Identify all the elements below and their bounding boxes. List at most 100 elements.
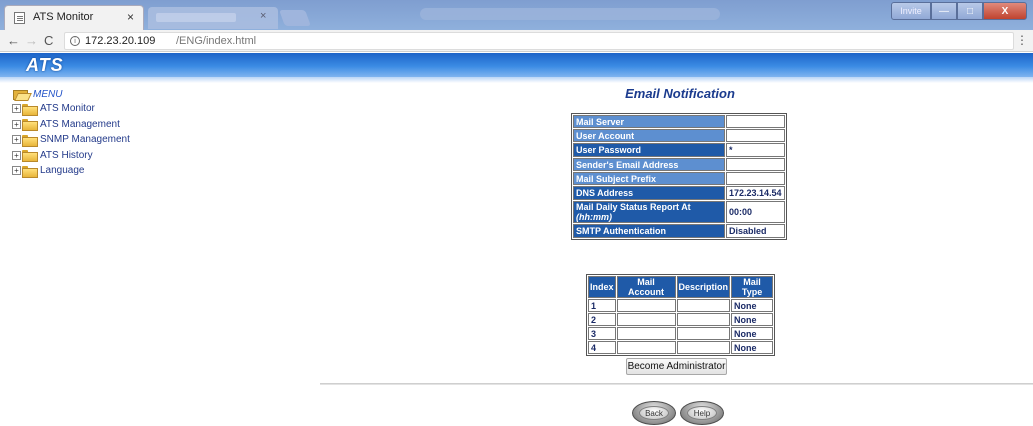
expand-icon[interactable]: + xyxy=(12,166,21,176)
settings-label: SMTP Authentication xyxy=(573,224,725,238)
sidebar-item-label[interactable]: SNMP Management xyxy=(40,134,130,145)
smtp-auth-value: Disabled xyxy=(726,224,785,238)
column-header: Mail Type xyxy=(731,276,774,298)
table-cell xyxy=(616,313,676,326)
table-row: 4 None xyxy=(588,341,774,354)
expand-icon[interactable]: + xyxy=(12,135,21,145)
expand-icon[interactable]: + xyxy=(12,104,21,114)
ats-logo: ATS xyxy=(26,55,64,75)
settings-row: Mail Daily Status Report At (hh:mm) 00:0… xyxy=(573,201,785,223)
back-arrow-icon[interactable]: ← xyxy=(7,33,20,48)
subject-prefix-value xyxy=(726,172,785,185)
window-controls: Invite — □ X xyxy=(891,2,1027,20)
sidebar-item-snmp-management[interactable]: + SNMP Management xyxy=(12,132,130,148)
become-administrator-button[interactable]: Become Administrator xyxy=(626,358,727,375)
table-header-row: Index Mail Account Description Mail Type xyxy=(588,276,774,298)
settings-label: Mail Subject Prefix xyxy=(573,172,725,185)
folder-icon xyxy=(22,103,38,116)
sidebar-item-label[interactable]: Language xyxy=(40,165,85,176)
table-cell: 3 xyxy=(588,327,616,340)
banner-fade xyxy=(0,77,1033,83)
table-cell: None xyxy=(731,341,774,354)
page-icon xyxy=(14,12,25,24)
close-icon[interactable]: X xyxy=(983,2,1027,20)
sidebar-item-ats-history[interactable]: + ATS History xyxy=(12,148,130,164)
forward-arrow-icon[interactable]: → xyxy=(25,33,38,48)
table-row: 1 None xyxy=(588,299,774,312)
folder-icon xyxy=(22,134,38,147)
settings-label: Sender's Email Address xyxy=(573,158,725,171)
maximize-icon[interactable]: □ xyxy=(957,2,983,20)
sidebar-item-label[interactable]: ATS Management xyxy=(40,119,120,130)
blurred-window-title xyxy=(420,8,720,20)
help-button-label: Help xyxy=(687,406,717,420)
minimize-icon[interactable]: — xyxy=(931,2,957,20)
expand-icon[interactable]: + xyxy=(12,119,21,129)
table-cell xyxy=(676,341,731,354)
help-button[interactable]: Help xyxy=(680,401,724,425)
column-header: Description xyxy=(676,276,731,298)
settings-row: SMTP Authentication Disabled xyxy=(573,224,785,238)
user-password-value: * xyxy=(726,143,785,157)
browser-tab-active[interactable]: ATS Monitor × xyxy=(4,5,144,30)
settings-row: DNS Address 172.23.14.54 xyxy=(573,186,785,200)
settings-label: DNS Address xyxy=(573,186,725,200)
table-cell: 2 xyxy=(588,313,616,326)
settings-row: Mail Server xyxy=(573,115,785,128)
table-cell xyxy=(616,327,676,340)
dns-address-value: 172.23.14.54 xyxy=(726,186,785,200)
settings-label-format: (hh:mm) xyxy=(576,212,612,222)
back-button[interactable]: Back xyxy=(632,401,676,425)
column-header: Index xyxy=(588,276,616,298)
settings-row: Mail Subject Prefix xyxy=(573,172,785,185)
url-host: 172.23.20.109 xyxy=(85,35,156,47)
menu-header[interactable]: MENU xyxy=(12,87,130,101)
new-tab-button[interactable] xyxy=(279,10,311,26)
sidebar-menu: MENU + ATS Monitor + ATS Management + SN… xyxy=(12,87,130,179)
invite-button[interactable]: Invite xyxy=(891,2,931,20)
table-row: 2 None xyxy=(588,313,774,326)
email-settings-table: Mail Server User Account User Password *… xyxy=(571,113,787,240)
page-title: Email Notification xyxy=(625,86,735,101)
browser-title-bar: ATS Monitor × × Invite — □ X xyxy=(0,0,1033,30)
table-cell xyxy=(676,327,731,340)
table-cell: 4 xyxy=(588,341,616,354)
settings-label-text: Mail Daily Status Report At xyxy=(576,202,691,212)
table-cell xyxy=(616,299,676,312)
table-cell: 1 xyxy=(588,299,616,312)
browser-toolbar: ← → C i 172.23.20.109 /ENG/index.html ⋮ xyxy=(0,30,1033,52)
sidebar-item-ats-management[interactable]: + ATS Management xyxy=(12,117,130,133)
settings-row: User Password * xyxy=(573,143,785,157)
tab-close-icon[interactable]: × xyxy=(260,10,266,22)
settings-label: Mail Server xyxy=(573,115,725,128)
tab-close-icon[interactable]: × xyxy=(127,10,134,24)
browser-menu-icon[interactable]: ⋮ xyxy=(1016,33,1028,47)
sidebar-item-ats-monitor[interactable]: + ATS Monitor xyxy=(12,101,130,117)
settings-row: User Account xyxy=(573,129,785,142)
menu-title: MENU xyxy=(33,88,63,100)
user-account-value xyxy=(726,129,785,142)
ats-banner: ATS xyxy=(0,53,1033,77)
sidebar-item-language[interactable]: + Language xyxy=(12,163,130,179)
info-icon[interactable]: i xyxy=(70,36,80,46)
folder-icon xyxy=(22,150,38,163)
settings-row: Sender's Email Address xyxy=(573,158,785,171)
table-cell: None xyxy=(731,299,774,312)
mail-server-value xyxy=(726,115,785,128)
settings-label: User Account xyxy=(573,129,725,142)
folder-icon xyxy=(22,165,38,178)
table-cell xyxy=(676,313,731,326)
address-bar[interactable]: i 172.23.20.109 /ENG/index.html xyxy=(64,32,1014,50)
reload-icon[interactable]: C xyxy=(44,33,53,48)
expand-icon[interactable]: + xyxy=(12,150,21,160)
divider xyxy=(320,383,1033,385)
sidebar-item-label[interactable]: ATS Monitor xyxy=(40,103,95,114)
table-cell xyxy=(616,341,676,354)
blurred-tab-title xyxy=(156,13,236,22)
table-cell: None xyxy=(731,313,774,326)
table-cell: None xyxy=(731,327,774,340)
browser-tab-inactive[interactable]: × xyxy=(148,7,278,29)
mail-accounts-table: Index Mail Account Description Mail Type… xyxy=(586,274,776,356)
open-folder-icon xyxy=(13,89,29,100)
sidebar-item-label[interactable]: ATS History xyxy=(40,150,93,161)
